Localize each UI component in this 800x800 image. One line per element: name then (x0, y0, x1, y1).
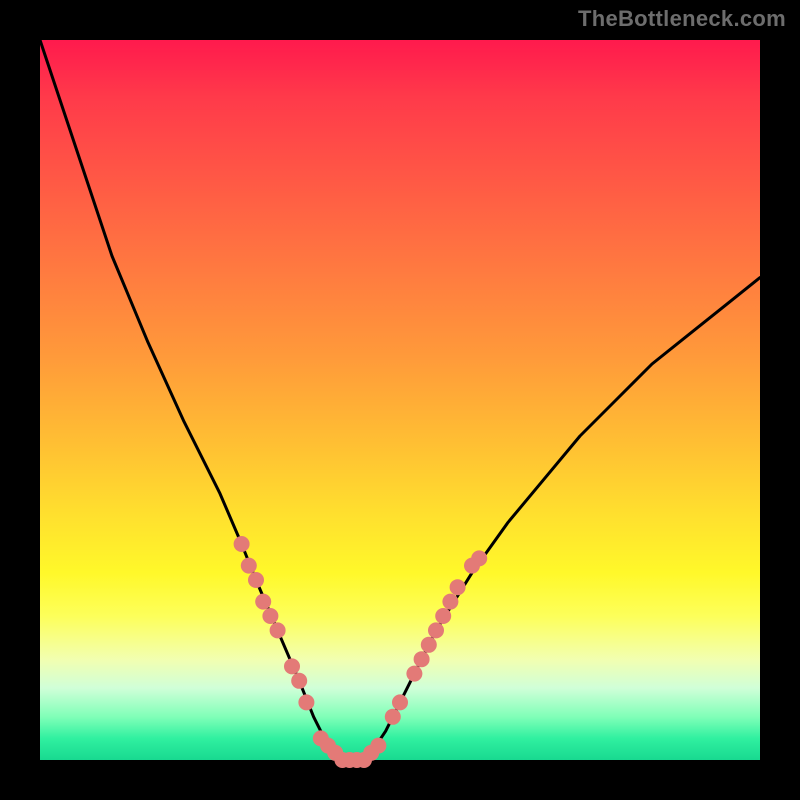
marker-dot (392, 694, 408, 710)
watermark-text: TheBottleneck.com (578, 6, 786, 32)
marker-dot (435, 608, 451, 624)
marker-dot (298, 694, 314, 710)
marker-dot (406, 666, 422, 682)
marker-dot (270, 622, 286, 638)
marker-dot (241, 558, 257, 574)
marker-dot (262, 608, 278, 624)
marker-dot (284, 658, 300, 674)
curve-svg (40, 40, 760, 760)
marker-dot (428, 622, 444, 638)
marker-dot (248, 572, 264, 588)
bottleneck-curve-path (40, 40, 760, 760)
marker-dot (385, 709, 401, 725)
marker-dot (421, 637, 437, 653)
marker-dot (234, 536, 250, 552)
marker-dot (414, 651, 430, 667)
marker-dot (471, 550, 487, 566)
plot-area (40, 40, 760, 760)
marker-dot (255, 594, 271, 610)
chart-frame: TheBottleneck.com (0, 0, 800, 800)
marker-dot (291, 673, 307, 689)
marker-dot (370, 738, 386, 754)
bottleneck-curve (40, 40, 760, 760)
marker-dot (442, 594, 458, 610)
marker-group (234, 536, 488, 768)
marker-dot (450, 579, 466, 595)
